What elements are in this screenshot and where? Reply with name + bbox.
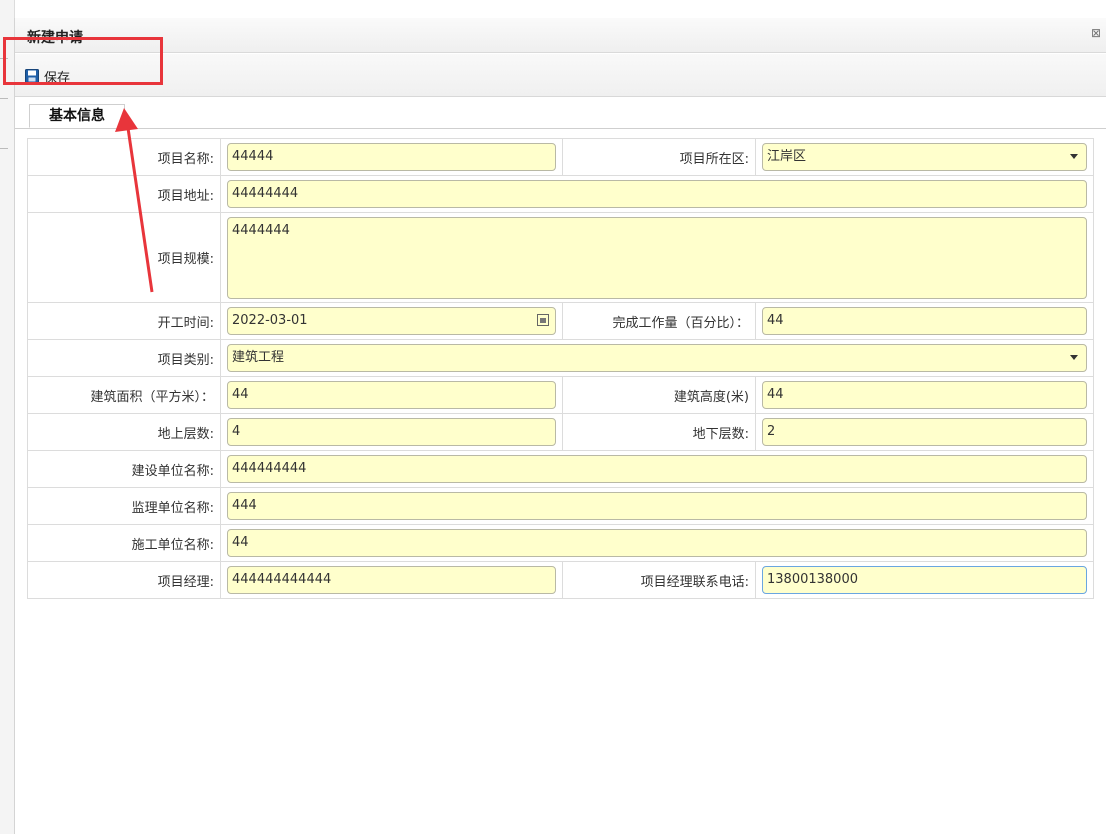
form-row: 项目类别: 建筑工程 [27, 339, 1094, 377]
form-row: 项目规模: 4444444 [27, 212, 1094, 303]
floors-above-input[interactable]: 4 [227, 418, 556, 446]
form-row: 开工时间: 2022-03-01 完成工作量（百分比）： 44 [27, 302, 1094, 340]
building-height-input[interactable]: 44 [762, 381, 1087, 409]
form-row: 建设单位名称: 444444444 [27, 450, 1094, 488]
chevron-down-icon[interactable] [1070, 355, 1078, 360]
project-name-input[interactable]: 44444 [227, 143, 556, 171]
manager-phone-label: 项目经理联系电话: [562, 561, 756, 599]
project-manager-label: 项目经理: [27, 561, 221, 599]
project-district-select[interactable]: 江岸区 [762, 143, 1087, 171]
building-area-label: 建筑面积（平方米）： [27, 376, 221, 414]
start-date-input[interactable]: 2022-03-01 [227, 307, 556, 335]
start-date-label: 开工时间: [27, 302, 221, 340]
builder-unit-label: 施工单位名称: [27, 524, 221, 562]
floors-above-label: 地上层数: [27, 413, 221, 451]
project-address-input[interactable]: 44444444 [227, 180, 1087, 208]
builder-unit-input[interactable]: 44 [227, 529, 1087, 557]
tab-basic-info[interactable]: 基本信息 [29, 104, 125, 128]
edge-tick [0, 98, 8, 99]
form-row: 项目名称: 44444 项目所在区: 江岸区 [27, 138, 1094, 176]
manager-phone-input[interactable]: 13800138000 [762, 566, 1087, 594]
floors-below-input[interactable]: 2 [762, 418, 1087, 446]
edge-tick [0, 148, 8, 149]
close-icon[interactable]: ⊠ [1091, 26, 1101, 40]
supervision-unit-input[interactable]: 444 [227, 492, 1087, 520]
tab-bar: 基本信息 [15, 98, 1106, 129]
project-category-label: 项目类别: [27, 339, 221, 377]
form-row: 建筑面积（平方米）： 44 建筑高度(米) 44 [27, 376, 1094, 414]
form-row: 监理单位名称: 444 [27, 487, 1094, 525]
completion-percent-input[interactable]: 44 [762, 307, 1087, 335]
project-manager-input[interactable]: 444444444444 [227, 566, 556, 594]
toolbar: 保存 [15, 54, 1106, 97]
form-row: 项目地址: 44444444 [27, 175, 1094, 213]
project-scale-label: 项目规模: [27, 212, 221, 303]
building-height-label: 建筑高度(米) [562, 376, 756, 414]
chevron-down-icon[interactable] [1070, 154, 1078, 159]
form-row: 项目经理: 444444444444 项目经理联系电话: 13800138000 [27, 561, 1094, 599]
project-scale-textarea[interactable]: 4444444 [227, 216, 1087, 299]
project-district-label: 项目所在区: [562, 138, 756, 176]
construction-unit-label: 建设单位名称: [27, 450, 221, 488]
project-address-label: 项目地址: [27, 175, 221, 213]
building-area-input[interactable]: 44 [227, 381, 556, 409]
project-name-label: 项目名称: [27, 138, 221, 176]
supervision-unit-label: 监理单位名称: [27, 487, 221, 525]
form-row: 施工单位名称: 44 [27, 524, 1094, 562]
completion-percent-label: 完成工作量（百分比）： [562, 302, 756, 340]
project-category-select[interactable]: 建筑工程 [227, 344, 1087, 372]
basic-info-form: 项目名称: 44444 项目所在区: 江岸区 项目地址: 44444444 项目… [27, 138, 1094, 599]
construction-unit-input[interactable]: 444444444 [227, 455, 1087, 483]
save-highlight-box [3, 37, 163, 85]
calendar-icon[interactable] [537, 314, 549, 326]
form-row: 地上层数: 4 地下层数: 2 [27, 413, 1094, 451]
new-application-dialog: 新建申请 ⊠ 保存 基本信息 项目名称: 44444 项目所在区: 江岸区 项目… [14, 18, 1106, 834]
project-district-value: 江岸区 [767, 149, 807, 164]
background-page-edge [0, 0, 15, 834]
start-date-value: 2022-03-01 [232, 313, 308, 328]
dialog-titlebar: 新建申请 ⊠ [15, 18, 1106, 53]
project-category-value: 建筑工程 [232, 350, 285, 365]
floors-below-label: 地下层数: [562, 413, 756, 451]
